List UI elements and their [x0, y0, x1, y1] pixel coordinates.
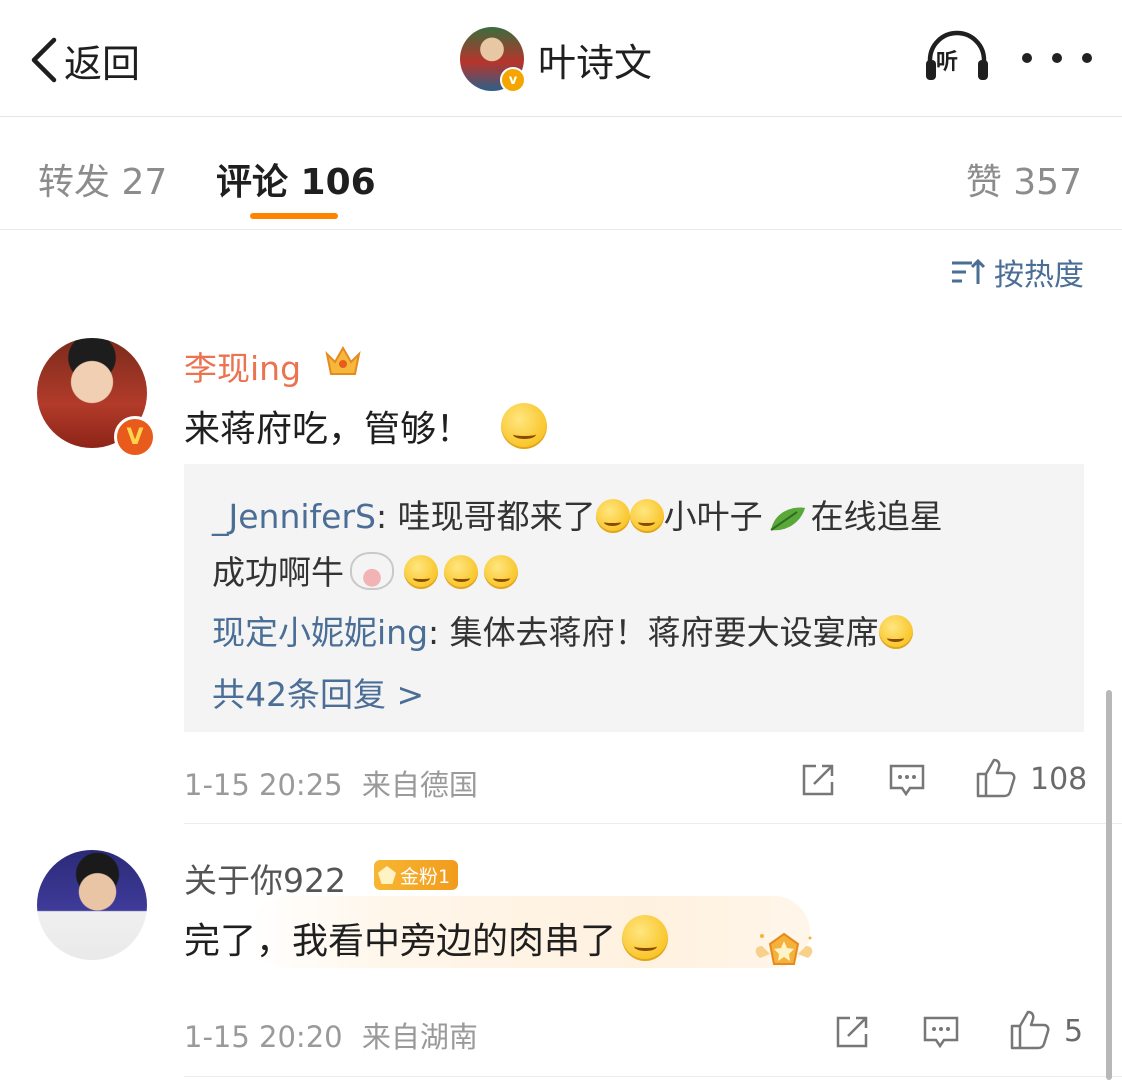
listen-button[interactable]: 听: [922, 30, 992, 86]
verified-badge-icon: v: [500, 67, 526, 93]
smile-emoji-icon: [444, 555, 478, 589]
thinking-emoji-icon: [595, 499, 630, 533]
back-button[interactable]: 返回: [28, 30, 140, 90]
active-tab-indicator: [250, 213, 338, 219]
crown-icon: [325, 345, 361, 375]
reply-username[interactable]: 现定小妮妮ing: [212, 613, 428, 652]
comment-location: 来自湖南: [361, 1020, 478, 1054]
thinking-emoji-icon: [629, 499, 664, 533]
share-icon[interactable]: [800, 762, 836, 798]
thinking-emoji-icon: [501, 403, 548, 449]
comment-time: 1-15 20:20: [184, 1020, 343, 1054]
comment-location: 来自德国: [361, 768, 478, 802]
more-menu-button[interactable]: [1022, 40, 1092, 76]
divider: [184, 1076, 1122, 1077]
comment-time: 1-15 20:25: [184, 768, 343, 802]
smile-emoji-icon: [404, 555, 438, 589]
diamond-icon: [378, 866, 396, 884]
divider: [184, 823, 1122, 824]
cow-emoji-icon: [350, 552, 394, 590]
sort-button[interactable]: 按热度: [950, 250, 1084, 294]
more-dot-icon: [1052, 53, 1062, 63]
comment-text: 来蒋府吃，管够！: [184, 400, 548, 452]
chevron-left-icon: [31, 37, 57, 83]
more-dot-icon: [1022, 53, 1032, 63]
share-icon[interactable]: [834, 1014, 870, 1050]
like-icon[interactable]: [974, 758, 1016, 798]
back-label: 返回: [64, 41, 141, 86]
like-count: 5: [1064, 1014, 1084, 1049]
medal-decoration-icon: [755, 932, 813, 965]
comment-icon[interactable]: [888, 762, 926, 798]
comment-icon[interactable]: [922, 1014, 960, 1050]
scrollbar[interactable]: [1106, 690, 1112, 1080]
comment-meta: 1-15 20:20 来自湖南: [184, 1014, 478, 1056]
comment-meta: 1-15 20:25 来自德国: [184, 762, 478, 804]
leaf-icon: [770, 507, 805, 531]
reply-item: 现定小妮妮ing: 集体去蒋府！蒋府要大设宴席: [212, 606, 913, 654]
avatar[interactable]: v: [460, 27, 526, 93]
like-count: 108: [1030, 762, 1088, 797]
comment-text: 完了，我看中旁边的肉串了: [184, 912, 669, 964]
reply-item: _JenniferS: 哇现哥都来了 小叶子 在线追星: [212, 497, 943, 536]
tab-likes[interactable]: 赞 357: [966, 153, 1082, 205]
listen-label: 听: [936, 50, 959, 75]
avatar[interactable]: [37, 850, 147, 960]
comment-username[interactable]: 关于你922: [184, 854, 346, 902]
replies-box[interactable]: _JenniferS: 哇现哥都来了 小叶子 在线追星 成功啊牛 现定小妮妮ing:…: [184, 464, 1084, 732]
more-dot-icon: [1082, 53, 1092, 63]
tab-reposts[interactable]: 转发 27: [38, 153, 167, 205]
verified-badge-icon: V: [114, 416, 156, 458]
reply-username[interactable]: _JenniferS: [212, 497, 376, 536]
smile-emoji-icon: [484, 555, 518, 589]
reply-item: 成功啊牛: [212, 546, 518, 594]
sort-icon: [952, 258, 986, 284]
page-title: 叶诗文: [538, 40, 653, 85]
comment-username[interactable]: 李现ing: [184, 342, 301, 390]
sort-label: 按热度: [994, 258, 1084, 293]
fan-level-badge: 金粉1: [374, 860, 459, 890]
tab-bar: 转发 27 评论 106 赞 357: [0, 117, 1122, 230]
thinking-emoji-icon: [878, 615, 913, 649]
view-all-replies-link[interactable]: 共42条回复 >: [212, 668, 424, 716]
like-icon[interactable]: [1008, 1010, 1050, 1050]
profile-title[interactable]: v 叶诗文: [460, 26, 653, 93]
smile-emoji-icon: [622, 915, 669, 961]
tab-comments[interactable]: 评论 106: [216, 153, 376, 205]
